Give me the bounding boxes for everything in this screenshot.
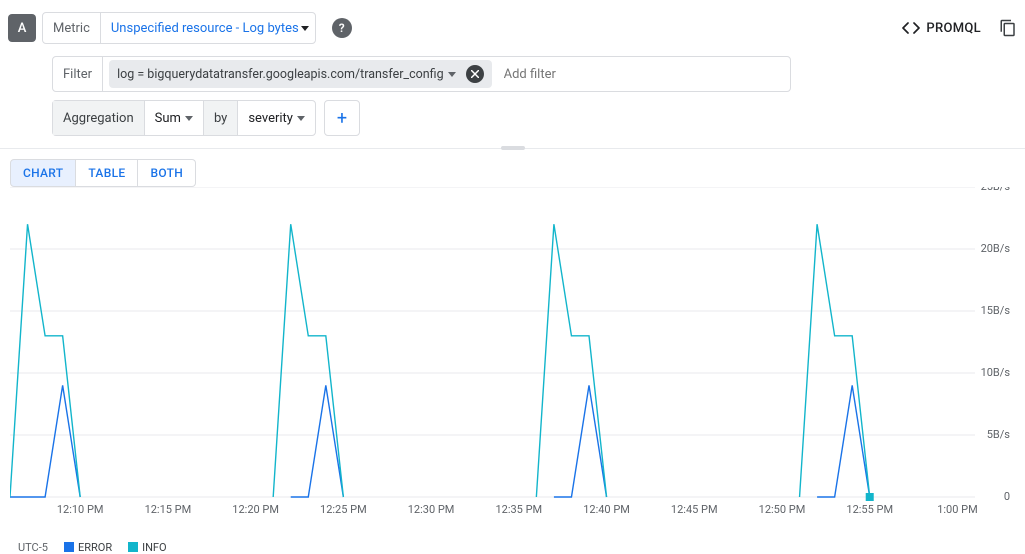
filter-chip[interactable]: log = bigquerydatatransfer.googleapis.co… [109, 60, 492, 88]
legend-label: INFO [142, 541, 167, 554]
chart-svg: 12:10 PM 12:15 PM 12:20 PM 12:25 PM 12:30 PM… [10, 187, 1015, 535]
aggregation-row: Aggregation Sum by severity + [0, 100, 1025, 148]
legend-label: ERROR [78, 541, 112, 554]
svg-text:12:10 PM: 12:10 PM [57, 503, 104, 516]
copy-icon[interactable] [999, 19, 1017, 37]
filter-box: Filter log = bigquerydatatransfer.google… [52, 56, 791, 92]
aggregation-label: Aggregation [53, 101, 145, 135]
tab-chart[interactable]: CHART [10, 159, 76, 187]
svg-text:12:55 PM: 12:55 PM [846, 503, 893, 516]
promql-label: PROMQL [926, 21, 981, 36]
query-id-badge: A [8, 14, 36, 42]
svg-text:12:20 PM: 12:20 PM [232, 503, 279, 516]
chevron-down-icon [448, 72, 456, 77]
timezone-label: UTC-5 [18, 541, 48, 554]
svg-text:12:30 PM: 12:30 PM [408, 503, 455, 516]
add-aggregation-button[interactable]: + [324, 100, 360, 136]
legend-item-info[interactable]: INFO [128, 541, 167, 554]
aggregation-by-label: by [204, 101, 238, 135]
chart-legend: UTC-5 ERROR INFO [10, 535, 1015, 554]
metric-selector[interactable]: Metric Unspecified resource - Log bytes [42, 12, 316, 44]
help-icon[interactable]: ? [332, 18, 352, 38]
svg-text:12:40 PM: 12:40 PM [583, 503, 630, 516]
metric-value[interactable]: Unspecified resource - Log bytes [101, 21, 315, 36]
svg-text:25B/s: 25B/s [981, 187, 1011, 193]
promql-toggle[interactable]: PROMQL [902, 21, 981, 36]
aggregation-by-text: severity [248, 111, 293, 126]
filter-label: Filter [53, 57, 103, 91]
chart-area: 12:10 PM 12:15 PM 12:20 PM 12:25 PM 12:30 PM… [10, 187, 1015, 535]
chevron-down-icon [185, 116, 193, 121]
tab-table[interactable]: TABLE [76, 159, 138, 187]
svg-text:12:50 PM: 12:50 PM [759, 503, 806, 516]
aggregation-func[interactable]: Sum [145, 101, 204, 135]
metric-value-text: Unspecified resource - Log bytes [111, 21, 299, 36]
filter-chip-remove[interactable] [466, 65, 484, 83]
metric-label: Metric [43, 13, 101, 43]
svg-text:12:15 PM: 12:15 PM [145, 503, 192, 516]
filter-row: Filter log = bigquerydatatransfer.google… [0, 52, 1025, 100]
svg-text:12:25 PM: 12:25 PM [320, 503, 367, 516]
code-icon [902, 21, 920, 35]
aggregation-func-text: Sum [155, 111, 181, 126]
svg-text:15B/s: 15B/s [981, 304, 1011, 317]
svg-text:10B/s: 10B/s [981, 366, 1011, 379]
aggregation-box: Aggregation Sum by severity [52, 100, 316, 136]
svg-text:12:35 PM: 12:35 PM [495, 503, 542, 516]
resize-grip[interactable] [501, 146, 525, 150]
close-icon [471, 70, 479, 78]
svg-text:12:45 PM: 12:45 PM [671, 503, 718, 516]
tab-both[interactable]: BOTH [138, 159, 196, 187]
svg-text:0: 0 [1004, 490, 1010, 503]
add-filter-input[interactable] [498, 67, 790, 82]
svg-text:20B/s: 20B/s [981, 242, 1011, 255]
svg-text:5B/s: 5B/s [987, 428, 1011, 441]
legend-item-error[interactable]: ERROR [64, 541, 112, 554]
view-toggle: CHART TABLE BOTH [10, 159, 1025, 187]
aggregation-by-value[interactable]: severity [238, 101, 315, 135]
section-divider [0, 148, 1025, 149]
chevron-down-icon [301, 26, 309, 31]
chevron-down-icon [297, 116, 305, 121]
filter-chip-text: log = bigquerydatatransfer.googleapis.co… [117, 67, 444, 82]
query-header-row: A Metric Unspecified resource - Log byte… [0, 0, 1025, 52]
svg-text:1:00 PM: 1:00 PM [937, 503, 977, 516]
